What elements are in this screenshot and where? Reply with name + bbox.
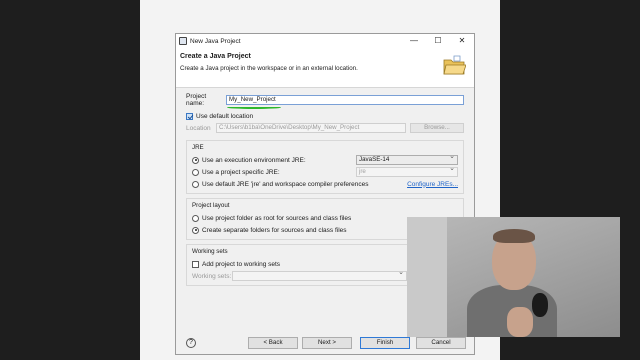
- back-button[interactable]: < Back: [248, 337, 298, 349]
- wizard-title: Create a Java Project: [180, 53, 251, 60]
- location-input[interactable]: C:\Users\b1ba\OneDrive\Desktop\My_New_Pr…: [216, 123, 406, 133]
- jre-env-row[interactable]: Use an execution environment JRE: JavaSE…: [192, 153, 458, 166]
- jre-specific-radio[interactable]: [192, 168, 199, 176]
- presenter-hair: [493, 229, 535, 243]
- layout-root-radio[interactable]: [192, 214, 199, 222]
- maximize-button[interactable]: ☐: [426, 34, 450, 48]
- add-working-sets-checkbox[interactable]: [192, 260, 199, 268]
- jre-group-title: JRE: [192, 144, 204, 151]
- jre-specific-row[interactable]: Use a project specific JRE: jre: [192, 165, 458, 178]
- jre-env-label: Use an execution environment JRE:: [202, 156, 306, 164]
- layout-root-label: Use project folder as root for sources a…: [202, 214, 352, 222]
- title-bar: New Java Project — ☐ ✕: [176, 34, 474, 48]
- add-working-sets-label: Add project to working sets: [202, 260, 281, 268]
- cancel-button[interactable]: Cancel: [416, 337, 466, 349]
- location-label: Location: [186, 124, 211, 132]
- use-default-location-checkbox[interactable]: [186, 112, 193, 120]
- project-name-row: Project name: My_New_Project: [186, 93, 464, 107]
- configure-jres-link[interactable]: Configure JREs...: [407, 181, 458, 188]
- window-title: New Java Project: [190, 37, 241, 45]
- next-button[interactable]: Next >: [302, 337, 352, 349]
- finish-button[interactable]: Finish: [360, 337, 410, 349]
- browse-button[interactable]: Browse...: [410, 123, 464, 133]
- jre-specific-label: Use a project specific JRE:: [202, 168, 280, 176]
- microphone-icon: [532, 293, 548, 317]
- close-button[interactable]: ✕: [450, 34, 474, 48]
- layout-separate-radio[interactable]: [192, 226, 199, 234]
- project-name-input[interactable]: My_New_Project: [226, 95, 464, 105]
- wizard-header: Create a Java Project Create a Java proj…: [176, 48, 474, 88]
- working-sets-select[interactable]: [232, 269, 407, 281]
- project-name-label: Project name:: [186, 93, 207, 107]
- working-sets-label: Working sets:: [192, 272, 232, 280]
- webcam-overlay: [407, 217, 620, 337]
- jre-group: JRE Use an execution environment JRE: Ja…: [186, 140, 464, 194]
- presenter-hand: [507, 307, 533, 337]
- jre-default-row[interactable]: Use default JRE 'jre' and workspace comp…: [192, 178, 458, 190]
- green-highlight-underline: [227, 106, 281, 109]
- jre-default-radio[interactable]: [192, 180, 199, 188]
- folder-wizard-icon: [443, 55, 466, 75]
- use-default-location-label: Use default location: [196, 112, 254, 120]
- minimize-button[interactable]: —: [402, 34, 426, 48]
- jre-env-select[interactable]: JavaSE-14: [356, 153, 458, 165]
- wizard-description: Create a Java project in the workspace o…: [180, 65, 358, 72]
- use-default-location-row[interactable]: Use default location: [186, 110, 464, 122]
- help-icon[interactable]: ?: [186, 338, 196, 348]
- webcam-wall: [407, 217, 447, 337]
- location-row: Location C:\Users\b1ba\OneDrive\Desktop\…: [186, 122, 464, 134]
- project-layout-title: Project layout: [192, 202, 230, 209]
- jre-default-label: Use default JRE 'jre' and workspace comp…: [202, 180, 369, 188]
- jre-env-radio[interactable]: [192, 156, 199, 164]
- layout-separate-label: Create separate folders for sources and …: [202, 226, 347, 234]
- eclipse-app-icon: [179, 37, 187, 45]
- jre-specific-select[interactable]: jre: [356, 165, 458, 177]
